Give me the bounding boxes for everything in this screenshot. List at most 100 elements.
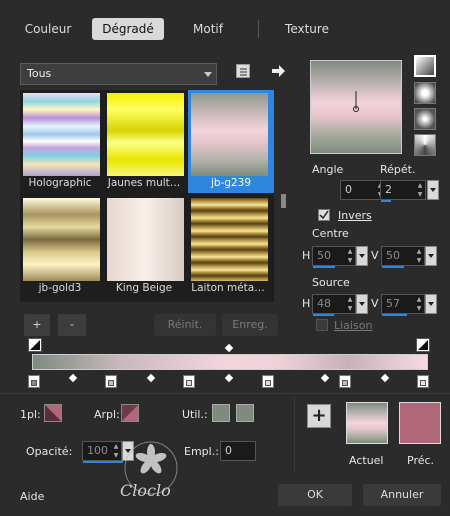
- util-swatch-1[interactable]: [212, 404, 230, 422]
- remove-gradient-button[interactable]: -: [58, 314, 86, 336]
- util-label: Util.:: [182, 408, 208, 421]
- help-link[interactable]: Aide: [20, 490, 44, 503]
- arrow-right-icon[interactable]: [270, 63, 286, 79]
- gradient-name: jb-g239: [210, 177, 252, 189]
- tab-separator: [258, 20, 259, 38]
- source-v-input[interactable]: 57 ▲ ▼: [381, 294, 425, 316]
- arpl-swatch[interactable]: [121, 404, 139, 422]
- arpl-label: Arpl:: [94, 408, 120, 421]
- current-swatch[interactable]: [346, 402, 388, 444]
- invert-checkbox[interactable]: [318, 209, 330, 221]
- color-stop[interactable]: [417, 375, 429, 388]
- color-stop[interactable]: [262, 375, 274, 388]
- scrollbar-thumb[interactable]: [281, 194, 286, 208]
- gradient-swatch: [23, 93, 100, 176]
- chevron-down-icon: [204, 72, 212, 77]
- color-stop[interactable]: [339, 375, 351, 388]
- opacity-label: Opacité:: [26, 445, 73, 458]
- gradient-item[interactable]: Holographic: [20, 90, 100, 193]
- tab-motif[interactable]: Motif: [175, 18, 241, 40]
- source-h-progress: [313, 314, 334, 316]
- first-plan-label: 1pl:: [20, 408, 41, 421]
- source-h-dropdown[interactable]: [356, 294, 368, 314]
- opacity-value: 100: [87, 444, 108, 457]
- repeat-dropdown[interactable]: [427, 180, 439, 200]
- gradient-item[interactable]: jb-gold3: [20, 195, 100, 298]
- stepper-icon[interactable]: ▲▼: [414, 295, 424, 313]
- save-button[interactable]: Enreg.: [222, 314, 278, 336]
- center-v-dropdown[interactable]: [425, 246, 437, 266]
- radial-style-icon[interactable]: [414, 108, 436, 130]
- stepper-icon[interactable]: ▲▼: [345, 295, 355, 313]
- add-to-swatches-button[interactable]: +: [307, 404, 331, 428]
- color-stop[interactable]: [183, 375, 195, 388]
- source-v-value: 57: [386, 297, 400, 310]
- view-list-icon[interactable]: [236, 64, 250, 78]
- color-stop[interactable]: [105, 375, 117, 388]
- center-label: Centre: [312, 227, 349, 240]
- rectangular-style-icon[interactable]: [414, 82, 436, 104]
- cancel-button[interactable]: Annuler: [363, 484, 441, 506]
- gradient-editor-bar[interactable]: [32, 354, 428, 370]
- source-h-value: 48: [317, 297, 331, 310]
- midpoint-icon[interactable]: [68, 373, 78, 383]
- tab-couleur[interactable]: Couleur: [18, 18, 78, 40]
- util-swatch-2[interactable]: [236, 404, 254, 422]
- divider: [0, 393, 450, 394]
- sunburst-style-icon[interactable]: [414, 134, 436, 156]
- gradient-swatch: [191, 198, 268, 281]
- source-label: Source: [312, 276, 350, 289]
- angle-label: Angle: [312, 163, 344, 176]
- midpoint-icon[interactable]: [146, 373, 156, 383]
- first-plan-swatch[interactable]: [44, 404, 62, 422]
- gradient-swatch: [191, 93, 268, 176]
- panel-divider: [294, 396, 295, 472]
- gradient-swatch: [23, 198, 100, 281]
- repeat-progress: [381, 200, 391, 202]
- midpoint-icon[interactable]: [380, 373, 390, 383]
- gradient-item-selected[interactable]: jb-g239: [188, 90, 274, 193]
- ok-button[interactable]: OK: [278, 484, 352, 506]
- source-v-label: V: [371, 297, 379, 310]
- gradient-item[interactable]: Laiton méta…: [188, 195, 268, 298]
- gradient-direction-handle-icon[interactable]: [311, 61, 403, 155]
- source-v-dropdown[interactable]: [425, 294, 437, 314]
- gradient-preview[interactable]: [310, 60, 402, 154]
- opacity-stop-left[interactable]: [28, 338, 42, 352]
- center-h-dropdown[interactable]: [356, 246, 368, 266]
- link-checkbox[interactable]: [316, 319, 328, 331]
- gradient-item[interactable]: Jaunes mult…: [104, 90, 184, 193]
- stepper-icon[interactable]: ▲▼: [415, 181, 425, 199]
- empl-input[interactable]: 0: [220, 441, 256, 461]
- linear-style-icon[interactable]: [414, 55, 436, 77]
- tab-degrade[interactable]: Dégradé: [92, 18, 164, 40]
- color-stop[interactable]: [28, 375, 40, 388]
- repeat-value: 2: [385, 183, 392, 196]
- opacity-midpoint-icon[interactable]: [224, 343, 234, 353]
- tab-texture[interactable]: Texture: [272, 18, 342, 40]
- source-h-input[interactable]: 48 ▲ ▼: [312, 294, 356, 316]
- center-h-input[interactable]: 50 ▲ ▼: [312, 246, 356, 268]
- opacity-stop-right[interactable]: [416, 338, 430, 352]
- midpoint-icon[interactable]: [320, 373, 330, 383]
- gradient-name: Holographic: [28, 177, 92, 189]
- stepper-icon[interactable]: ▲▼: [414, 247, 424, 265]
- midpoint-icon[interactable]: [224, 373, 234, 383]
- empl-value: 0: [225, 444, 232, 457]
- source-h-label: H: [302, 297, 311, 310]
- category-dropdown-value: Tous: [27, 67, 52, 80]
- repeat-input[interactable]: 2 ▲ ▼: [380, 180, 426, 202]
- center-v-input[interactable]: 50 ▲ ▼: [381, 246, 425, 268]
- add-gradient-button[interactable]: +: [24, 314, 50, 336]
- reset-button[interactable]: Réinit.: [154, 314, 216, 336]
- gradient-item[interactable]: King Beige: [104, 195, 184, 298]
- center-h-value: 50: [317, 249, 331, 262]
- stepper-icon[interactable]: ▲▼: [345, 247, 355, 265]
- source-v-progress: [382, 314, 407, 316]
- invert-label: Invers: [338, 209, 372, 222]
- previous-swatch[interactable]: [399, 402, 441, 444]
- watermark-text: Cloclo: [120, 481, 171, 500]
- category-dropdown[interactable]: Tous: [20, 63, 217, 85]
- link-label: Liaison: [334, 319, 373, 332]
- gradient-swatch: [107, 93, 184, 176]
